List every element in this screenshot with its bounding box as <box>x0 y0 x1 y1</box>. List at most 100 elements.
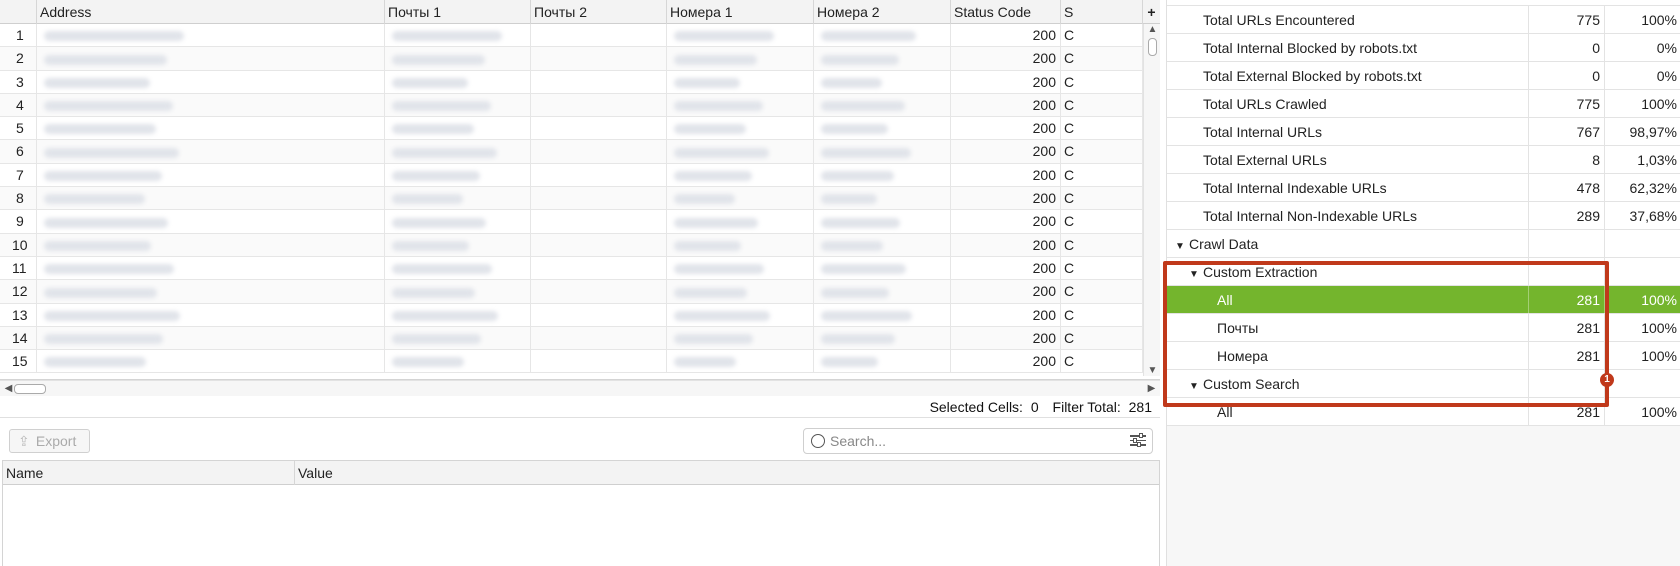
table-row[interactable]: 9 200 C <box>0 210 1143 234</box>
column-header-address[interactable]: Address <box>37 0 385 24</box>
row-number: 14 <box>0 326 37 350</box>
search-input[interactable] <box>830 431 1110 451</box>
status-cell: C <box>1061 24 1143 47</box>
tree-row-label: Crawl Data <box>1189 236 1259 252</box>
expand-triangle-icon[interactable]: ▼ <box>1189 373 1203 397</box>
column-header-emails-1[interactable]: Почты 1 <box>385 0 531 24</box>
tree-row[interactable]: Total External Blocked by robots.txt 0 0% <box>1167 62 1680 90</box>
redacted-cell <box>667 350 814 374</box>
tree-row-count: 281 <box>1529 398 1605 425</box>
scroll-right-icon[interactable]: ▶ <box>1143 383 1160 394</box>
column-header-phones-1[interactable]: Номера 1 <box>667 0 814 24</box>
table-row[interactable]: 5 200 C <box>0 117 1143 141</box>
table-row[interactable]: 4 200 C <box>0 93 1143 118</box>
table-row[interactable]: 8 200 C <box>0 187 1143 211</box>
redacted-text <box>44 77 150 88</box>
redacted-text <box>392 334 481 345</box>
tree-row-count: 281 <box>1529 286 1605 313</box>
redacted-text <box>674 101 763 112</box>
redacted-cell <box>385 163 531 187</box>
table-row[interactable]: 1 200 C <box>0 24 1143 48</box>
expand-triangle-icon[interactable]: ▼ <box>1189 261 1203 285</box>
table-row[interactable]: 10 200 C <box>0 233 1143 257</box>
column-header-phones-2[interactable]: Номера 2 <box>814 0 951 24</box>
scroll-down-icon[interactable]: ▼ <box>1144 365 1160 376</box>
tree-row[interactable]: All 281 100% <box>1167 286 1680 314</box>
tree-row-label-cell: Total URLs Encountered <box>1167 6 1529 33</box>
tree-row-percent: 62,32% <box>1629 180 1677 196</box>
column-header-value[interactable]: Value <box>295 461 1159 485</box>
expand-triangle-icon[interactable]: ▼ <box>1175 233 1189 257</box>
redacted-text <box>44 171 162 182</box>
horizontal-scroll-thumb[interactable] <box>14 384 46 394</box>
row-number: 2 <box>0 47 37 71</box>
status-code-cell: 200 <box>951 303 1061 327</box>
redacted-text <box>674 357 736 368</box>
redacted-text <box>821 147 911 158</box>
tree-row[interactable]: Total Internal Indexable URLs 478 62,32% <box>1167 174 1680 202</box>
tree-row-label: Total Internal Non-Indexable URLs <box>1203 208 1418 224</box>
column-header-status[interactable]: S <box>1061 0 1143 24</box>
redacted-cell <box>385 117 531 141</box>
filter-settings-icon[interactable] <box>1130 433 1146 449</box>
vertical-scrollbar[interactable]: ▲ ▼ <box>1143 24 1160 376</box>
column-header-status-code[interactable]: Status Code <box>951 0 1061 24</box>
row-number: 11 <box>0 256 37 280</box>
redacted-cell <box>667 47 814 71</box>
table-row[interactable]: 13 200 C <box>0 303 1143 327</box>
redacted-cell <box>814 47 951 71</box>
redacted-cell <box>667 70 814 94</box>
export-button[interactable]: ⇪ Export <box>9 429 90 453</box>
add-column-icon[interactable]: + <box>1143 0 1160 24</box>
table-row[interactable]: 12 200 C <box>0 280 1143 304</box>
tree-row[interactable]: Total External URLs 8 1,03% <box>1167 146 1680 174</box>
tree-row-label-cell: Total Internal URLs <box>1167 118 1529 145</box>
tree-row-label: All <box>1217 404 1233 420</box>
tree-row[interactable]: All 281 100% <box>1167 398 1680 426</box>
column-header-emails-2[interactable]: Почты 2 <box>531 0 667 24</box>
column-header-name[interactable]: Name <box>3 461 295 485</box>
tree-row-label: Total URLs Encountered <box>1203 12 1355 28</box>
vertical-scroll-thumb[interactable] <box>1148 38 1157 56</box>
redacted-text <box>44 310 180 321</box>
tree-row-percent <box>1605 258 1680 285</box>
redacted-cell <box>385 24 531 47</box>
redacted-text <box>44 147 179 158</box>
grid-body: 1 200 C 2 200 C 3 200 C 4 200 C 5 200 C 6 200 C 7 200 C 8 200 C… <box>0 24 1143 374</box>
redacted-cell <box>37 163 385 187</box>
redacted-cell <box>531 303 667 327</box>
tree-row-label: Total URLs Crawled <box>1203 96 1327 112</box>
tree-row[interactable]: Total URLs Encountered 775 100% <box>1167 6 1680 34</box>
table-row[interactable]: 6 200 C <box>0 140 1143 164</box>
status-bar: Selected Cells: 0 Filter Total: 281 <box>0 396 1160 418</box>
table-row[interactable]: 2 200 C <box>0 47 1143 71</box>
table-row[interactable]: 15 200 C <box>0 350 1143 374</box>
search-box[interactable] <box>803 428 1153 454</box>
table-row[interactable]: 3 200 C <box>0 70 1143 94</box>
tree-row[interactable]: Номера 281 100% <box>1167 342 1680 370</box>
tree-row-label: Custom Extraction <box>1203 264 1318 280</box>
status-cell: C <box>1061 210 1143 234</box>
tree-row-label-cell: Почты <box>1167 314 1529 341</box>
tree-row[interactable]: Total Internal URLs 767 98,97% <box>1167 118 1680 146</box>
search-icon <box>811 434 825 448</box>
tree-row[interactable]: ▼ Custom Extraction <box>1167 258 1680 286</box>
tree-row[interactable]: Total Internal Non-Indexable URLs 289 37,6… <box>1167 202 1680 230</box>
tree-row-percent: 0% <box>1656 40 1677 56</box>
tree-row-label-cell: Total Internal Non-Indexable URLs <box>1167 202 1529 229</box>
redacted-text <box>44 217 168 228</box>
redacted-text <box>674 124 746 135</box>
tree-row-count: 8 <box>1529 146 1605 173</box>
redacted-cell <box>531 280 667 304</box>
tree-row[interactable]: Total Internal Blocked by robots.txt 0 0% <box>1167 34 1680 62</box>
table-row[interactable]: 7 200 C <box>0 163 1143 188</box>
tree-row[interactable]: Почты 281 100% <box>1167 314 1680 342</box>
horizontal-scrollbar[interactable]: ◀ ▶ <box>0 380 1160 396</box>
tree-row[interactable]: ▼ Crawl Data <box>1167 230 1680 258</box>
scroll-up-icon[interactable]: ▲ <box>1144 24 1160 35</box>
table-row[interactable]: 11 200 C <box>0 256 1143 281</box>
table-row[interactable]: 14 200 C <box>0 326 1143 351</box>
redacted-cell <box>385 256 531 280</box>
redacted-cell <box>531 187 667 211</box>
tree-row[interactable]: Total URLs Crawled 775 100% <box>1167 90 1680 118</box>
